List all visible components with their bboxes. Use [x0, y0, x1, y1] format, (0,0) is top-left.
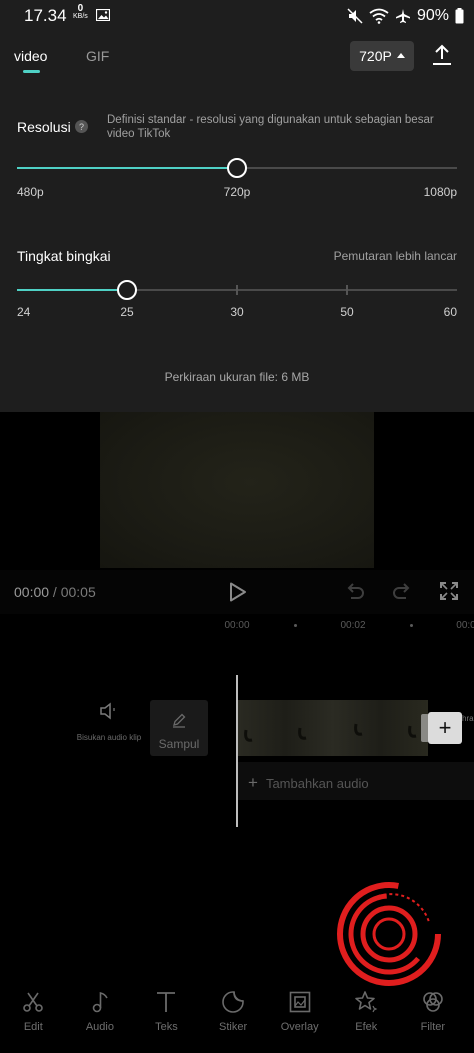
estimated-file-size: Perkiraan ukuran file: 6 MB: [164, 370, 310, 384]
frame-rate-slider-fill: [17, 289, 127, 291]
resolution-slider-fill: [17, 167, 237, 169]
frame-rate-note: Pemutaran lebih lancar: [333, 249, 457, 263]
add-audio-row: + Tambahkan audio: [248, 773, 369, 793]
resolution-tick-label: 720p: [223, 185, 251, 199]
plus-icon: +: [248, 773, 258, 792]
playback-time: 00:00 / 00:05: [14, 584, 96, 600]
resolution-description: Definisi standar - resolusi yang digunak…: [107, 114, 434, 140]
export-upload-icon[interactable]: [431, 44, 453, 66]
play-icon[interactable]: [229, 582, 247, 602]
current-time: 00:00: [14, 584, 50, 600]
frame-rate-tick-label: 30: [230, 305, 244, 319]
frame-rate-tick-mark: [346, 285, 348, 295]
clip-trailing-text: hra: [462, 714, 474, 723]
toolbar-overlay[interactable]: Overlay: [266, 982, 333, 1053]
battery-icon: [455, 8, 464, 24]
toolbar-audio-label: Audio: [85, 1021, 114, 1033]
resolution-label: Resolusi: [17, 119, 71, 135]
clip-thumbnails: [244, 723, 417, 742]
cover-button[interactable]: Sampul: [150, 700, 208, 756]
add-clip-button[interactable]: +: [428, 712, 462, 744]
status-icons: 90%: [347, 6, 464, 26]
ruler-dot: [410, 624, 413, 627]
airplane-mode-icon: [395, 9, 410, 23]
frame-rate-tick-label: 50: [340, 305, 354, 319]
toolbar-effects-label: Efek: [355, 1021, 378, 1033]
ruler-label: 00:0: [456, 620, 474, 631]
caret-up-icon: [396, 52, 405, 58]
ruler-dot: [294, 624, 297, 627]
overlay-icon: [289, 991, 310, 1013]
frame-rate-slider-thumb[interactable]: [117, 280, 137, 300]
toolbar-sticker[interactable]: Stiker: [200, 982, 267, 1053]
toolbar-text-label: Teks: [155, 1021, 178, 1033]
text-icon: [157, 992, 176, 1012]
filter-icon: [423, 992, 443, 1012]
active-tab-indicator: [23, 70, 40, 73]
toolbar-text[interactable]: Teks: [133, 982, 200, 1053]
mute-icon: [347, 8, 363, 24]
add-audio-label: Tambahkan audio: [265, 775, 369, 791]
sticker-icon: [222, 991, 244, 1013]
mute-clip-audio-button[interactable]: Bisukan audio klip: [74, 702, 144, 742]
speaker-mute-icon: [100, 702, 115, 720]
tab-video[interactable]: video: [14, 48, 47, 64]
battery-level: 90%: [416, 7, 449, 24]
frame-rate-tick-mark: [236, 285, 238, 295]
toolbar-edit-label: Edit: [23, 1021, 43, 1033]
fullscreen-icon[interactable]: [439, 581, 459, 601]
toolbar-filter[interactable]: Filter: [400, 982, 467, 1053]
ruler-label: 00:00: [224, 620, 250, 631]
timeline-ruler: 00:00 00:02 00:0: [0, 614, 474, 638]
resolution-dropdown-button[interactable]: 720P: [350, 41, 414, 71]
network-speed-value: 0: [77, 3, 84, 14]
toolbar-effects[interactable]: Efek: [333, 982, 400, 1053]
total-time: 00:05: [60, 584, 96, 600]
add-audio-track[interactable]: + Tambahkan audio: [238, 762, 474, 800]
frame-rate-tick-label: 24: [17, 305, 31, 319]
video-preview[interactable]: [100, 412, 374, 568]
resolution-slider[interactable]: [17, 158, 457, 178]
resolution-tick-label: 480p: [17, 185, 44, 199]
video-clip-track[interactable]: [238, 700, 428, 756]
effects-star-icon: [355, 991, 378, 1013]
cover-label: Sampul: [158, 737, 200, 751]
status-bar: 17.34 0 KB/s 90%: [0, 0, 474, 32]
tab-gif[interactable]: GIF: [86, 48, 109, 64]
toolbar-audio[interactable]: Audio: [67, 982, 134, 1053]
bottom-toolbar: Edit Audio Teks Stiker Overlay Efek Filt…: [0, 982, 474, 1053]
export-settings-panel: video GIF 720P Resolusi ? Definisi stand…: [0, 32, 474, 412]
mute-clip-audio-label: Bisukan audio klip: [76, 733, 142, 742]
status-time: 17.34: [24, 6, 67, 25]
toolbar-overlay-label: Overlay: [280, 1021, 319, 1033]
time-separator: /: [49, 584, 61, 600]
player-controls: 00:00 / 00:05: [0, 570, 474, 614]
network-speed-unit: KB/s: [73, 13, 88, 20]
undo-icon[interactable]: [345, 582, 365, 600]
scissors-icon: [23, 992, 44, 1012]
network-speed: 0 KB/s: [73, 3, 88, 21]
toolbar-sticker-label: Stiker: [219, 1021, 248, 1033]
redo-icon[interactable]: [392, 582, 412, 600]
frame-rate-tick-label: 60: [443, 305, 457, 319]
watermark-logo: [337, 882, 441, 986]
resolution-slider-thumb[interactable]: [227, 158, 247, 178]
resolution-tick-label: 1080p: [423, 185, 457, 199]
help-icon[interactable]: ?: [75, 120, 88, 133]
gallery-notification-icon: [96, 9, 110, 21]
toolbar-edit[interactable]: Edit: [0, 982, 67, 1053]
ruler-label: 00:02: [340, 620, 366, 631]
pencil-icon: [173, 713, 186, 728]
frame-rate-tick-label: 25: [120, 305, 134, 319]
frame-rate-label: Tingkat bingkai: [17, 248, 111, 264]
wifi-icon: [369, 8, 389, 24]
frame-rate-slider[interactable]: [17, 280, 457, 300]
resolution-button-label: 720P: [359, 48, 392, 64]
music-note-icon: [92, 992, 108, 1013]
toolbar-filter-label: Filter: [420, 1021, 446, 1033]
timeline-playhead[interactable]: [236, 675, 238, 827]
